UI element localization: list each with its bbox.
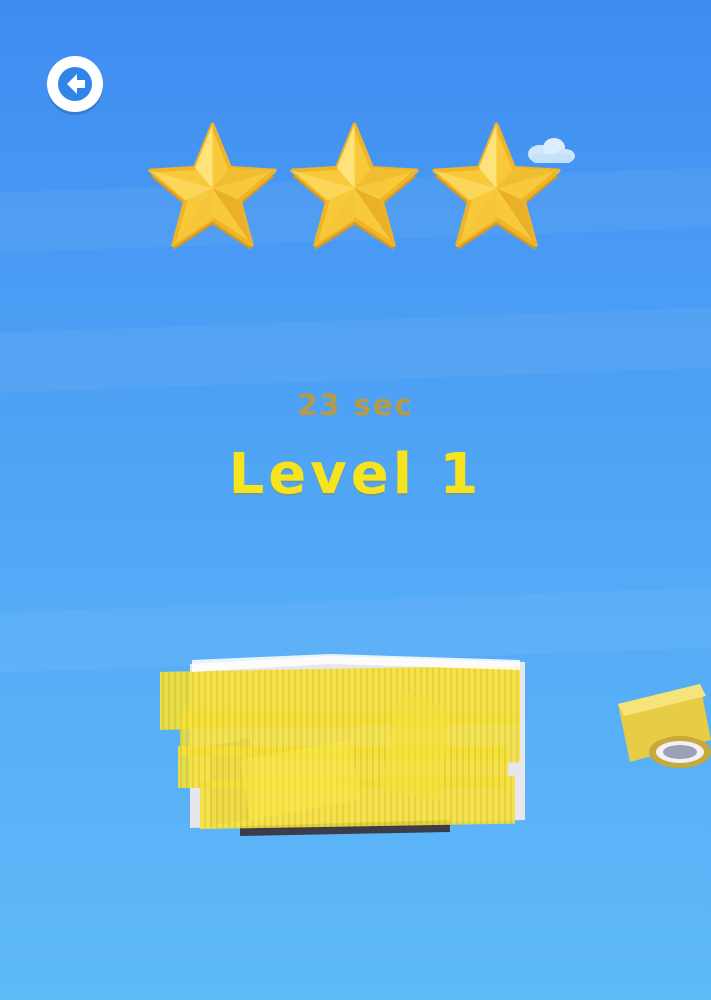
back-button[interactable] xyxy=(47,56,103,112)
back-arrow-icon xyxy=(58,67,92,101)
elapsed-time: 23 sec xyxy=(297,388,414,422)
star-icon xyxy=(148,122,277,251)
star-rating xyxy=(145,118,575,258)
tape-roll-icon[interactable] xyxy=(610,676,711,776)
level-title: Level 1 xyxy=(228,442,483,507)
taped-box xyxy=(160,654,525,836)
star-icon xyxy=(290,122,419,251)
cloud-icon xyxy=(528,138,575,163)
